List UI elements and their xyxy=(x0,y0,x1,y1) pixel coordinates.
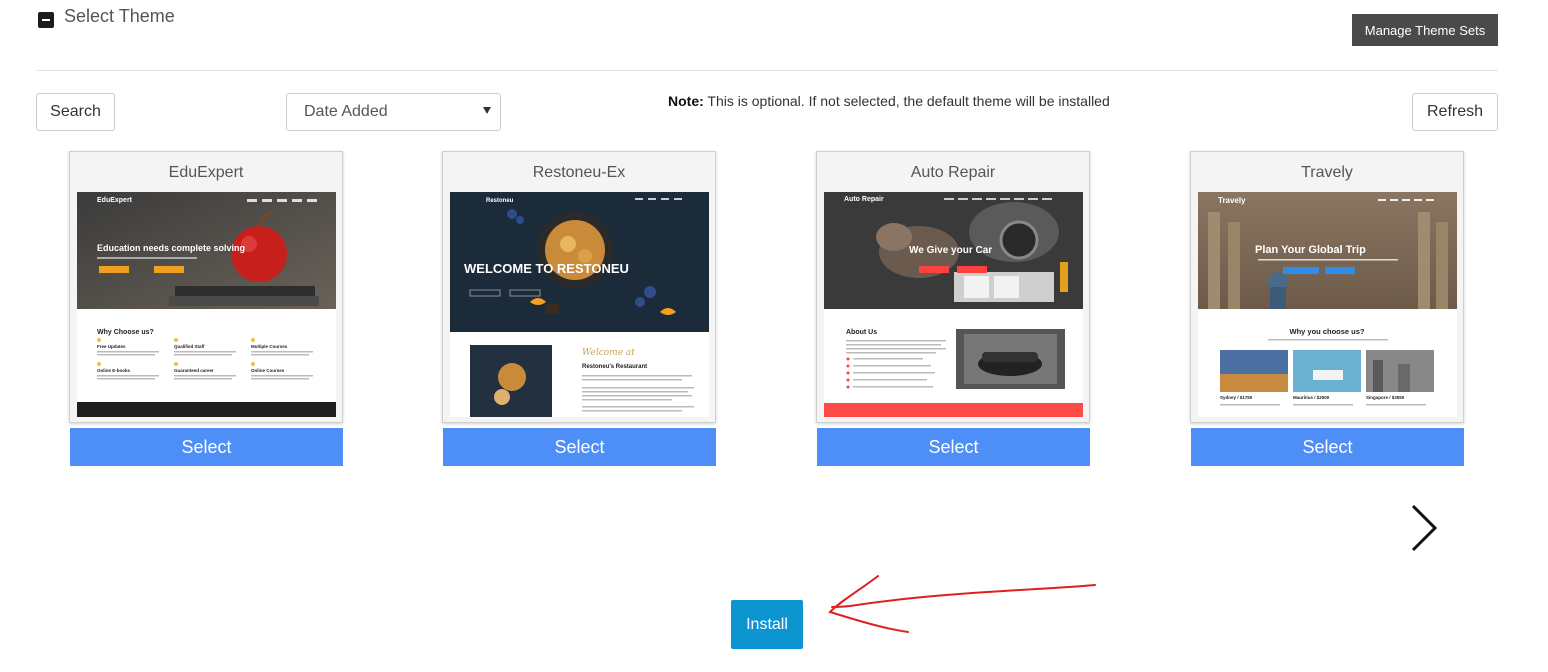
note-label: Note: xyxy=(668,93,704,109)
preview-brand: Travely xyxy=(1218,196,1246,205)
preview-headline: Plan Your Global Trip xyxy=(1255,244,1366,256)
preview-feature: Guaranteed career xyxy=(174,368,214,373)
preview-feature: Online E-books xyxy=(97,368,131,373)
select-theme-button[interactable]: Select xyxy=(1191,428,1464,466)
theme-preview-image: EduExpert Education needs complete solvi… xyxy=(77,192,336,417)
preview-headline: We Give your Car xyxy=(909,245,992,256)
chevron-right-icon[interactable] xyxy=(1405,500,1445,556)
preview-feature: Online Courses xyxy=(251,368,285,373)
preview-destination: Singapore / $3550 xyxy=(1366,395,1405,400)
theme-name: Restoneu-Ex xyxy=(532,164,626,181)
theme-card-eduexpert[interactable]: EduExpert EduExpert Education needs comp… xyxy=(69,151,343,423)
preview-brand: Auto Repair xyxy=(844,196,884,203)
sort-select[interactable]: Date Added xyxy=(286,93,501,131)
preview-destination: Mauritius / $2500 xyxy=(1293,395,1330,400)
sort-select-value: Date Added xyxy=(304,103,388,120)
refresh-button[interactable]: Refresh xyxy=(1412,93,1498,131)
preview-feature: Qualified Staff xyxy=(174,344,205,349)
annotation-arrow-icon xyxy=(828,575,1096,633)
optional-note: Note: This is optional. If not selected,… xyxy=(668,93,1110,109)
preview-destination: Sydney / $1750 xyxy=(1220,395,1253,400)
divider xyxy=(36,70,1498,71)
collapse-icon[interactable] xyxy=(38,12,54,28)
theme-name: Auto Repair xyxy=(910,164,996,181)
caret-down-icon xyxy=(483,107,491,114)
theme-preview-image: Restoneu WELCOME TO RESTONEU Welcome at … xyxy=(450,192,709,417)
preview-feature: Free Updates xyxy=(97,344,126,349)
install-button[interactable]: Install xyxy=(731,600,803,649)
preview-headline: Education needs complete solving xyxy=(97,243,245,253)
preview-section-title: Restoneu's Restaurant xyxy=(582,364,647,370)
note-text: This is optional. If not selected, the d… xyxy=(703,93,1110,109)
preview-section-title: About Us xyxy=(846,329,877,336)
preview-brand: EduExpert xyxy=(97,197,133,204)
theme-name: Travely xyxy=(1301,164,1353,181)
select-theme-button[interactable]: Select xyxy=(817,428,1090,466)
theme-card-travely[interactable]: Travely Travely Plan Your Global Trip Wh… xyxy=(1190,151,1464,423)
preview-welcome-script: Welcome at xyxy=(582,348,635,358)
preview-section-title: Why Choose us? xyxy=(97,329,154,336)
preview-section-title: Why you choose us? xyxy=(1289,327,1364,336)
theme-preview-image: Travely Plan Your Global Trip Why you ch… xyxy=(1198,192,1457,417)
search-button[interactable]: Search xyxy=(36,93,115,131)
theme-card-auto-repair[interactable]: Auto Repair Auto Repair We Give your Car… xyxy=(816,151,1090,423)
section-title: Select Theme xyxy=(64,6,175,26)
preview-brand: Restoneu xyxy=(486,198,514,204)
theme-preview-image: Auto Repair We Give your Car About Us xyxy=(824,192,1083,417)
select-theme-button[interactable]: Select xyxy=(70,428,343,466)
theme-name: EduExpert xyxy=(168,164,244,181)
theme-card-restoneu-ex[interactable]: Restoneu-Ex Restoneu WELCOME TO RESTONEU… xyxy=(442,151,716,423)
preview-feature: Multiple Courses xyxy=(251,344,288,349)
manage-theme-sets-button[interactable]: Manage Theme Sets xyxy=(1352,14,1498,46)
select-theme-button[interactable]: Select xyxy=(443,428,716,466)
preview-headline: WELCOME TO RESTONEU xyxy=(464,261,629,276)
